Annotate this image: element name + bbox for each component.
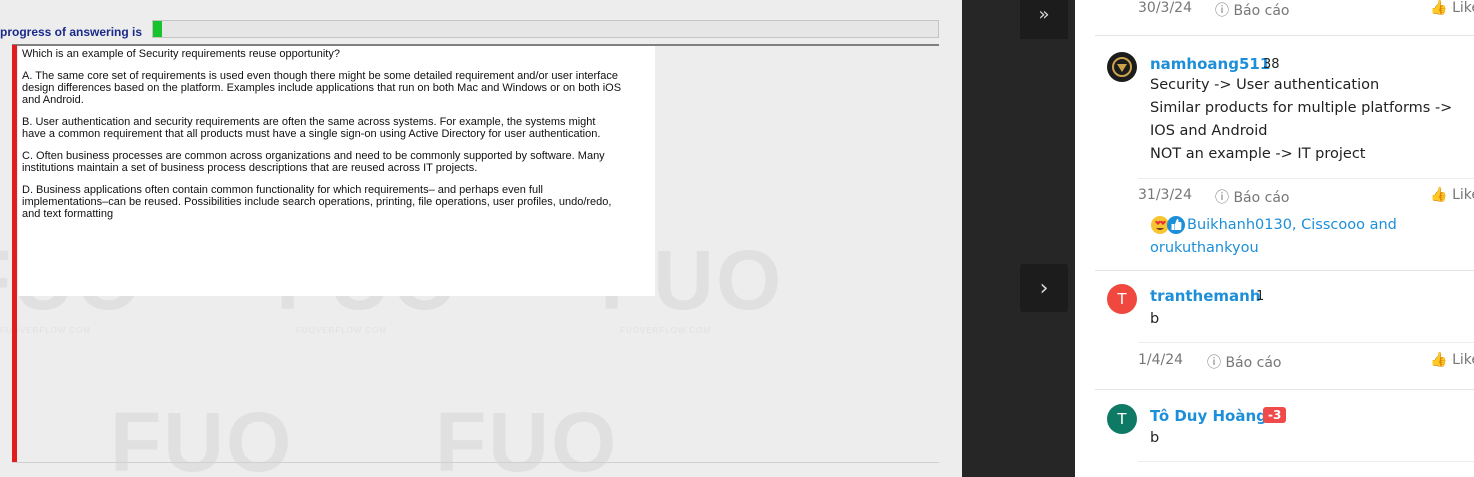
report-link[interactable]: ⓘ Báo cáo bbox=[1207, 352, 1282, 372]
watermark: FUO bbox=[110, 395, 294, 477]
comment-date: 30/3/24 bbox=[1138, 0, 1192, 16]
comment-username[interactable]: tranthemanh bbox=[1150, 287, 1261, 305]
avatar[interactable]: T bbox=[1107, 284, 1137, 314]
thumbs-up-icon: 👍 bbox=[1430, 352, 1448, 368]
thumbs-up-icon: 👍 bbox=[1430, 0, 1448, 16]
comment-text-line: b bbox=[1150, 430, 1160, 446]
comment-text-line: b bbox=[1150, 311, 1160, 327]
question-stem: Which is an example of Security requirem… bbox=[22, 48, 340, 60]
comment-text-line: NOT an example -> IT project bbox=[1150, 146, 1366, 162]
comment-text-line: Similar products for multiple platforms … bbox=[1150, 100, 1453, 116]
comment-separator bbox=[1095, 270, 1474, 271]
viewer-gutter: » › bbox=[962, 0, 1075, 477]
comment-separator bbox=[1095, 389, 1474, 390]
report-link[interactable]: ⓘ Báo cáo bbox=[1215, 187, 1290, 207]
comment-username[interactable]: Tô Duy Hoàng bbox=[1150, 407, 1267, 425]
comments-panel: 30/3/24 ⓘ Báo cáo 👍 Like namhoang511 38 … bbox=[1095, 0, 1474, 477]
comment-date: 1/4/24 bbox=[1138, 352, 1184, 368]
comment-inner-separator bbox=[1138, 461, 1474, 462]
like-button[interactable]: 👍 Like bbox=[1430, 0, 1474, 16]
avatar-logo-icon bbox=[1108, 53, 1136, 81]
avatar[interactable]: T bbox=[1107, 404, 1137, 434]
comment-footer: 1/4/24 ⓘ Báo cáo 👍 Like bbox=[1138, 352, 1474, 372]
thumbs-up-icon: 👍 bbox=[1430, 187, 1448, 203]
comment-separator bbox=[1095, 35, 1474, 36]
option-b: B. User authentication and security requ… bbox=[22, 116, 601, 140]
progress-bar-fill bbox=[153, 21, 163, 37]
watermark: FUO bbox=[435, 395, 619, 477]
question-content: Which is an example of Security requirem… bbox=[22, 48, 622, 230]
comment-date: 31/3/24 bbox=[1138, 187, 1192, 203]
user-points-badge: -3 bbox=[1263, 407, 1287, 423]
progress-bar bbox=[152, 20, 939, 38]
report-link[interactable]: ⓘ Báo cáo bbox=[1215, 0, 1290, 20]
user-points: 38 bbox=[1263, 57, 1280, 72]
avatar[interactable] bbox=[1107, 52, 1137, 82]
comment-text-line: Security -> User authentication bbox=[1150, 77, 1380, 93]
like-button[interactable]: 👍 Like bbox=[1430, 352, 1474, 368]
double-chevron-right-icon: » bbox=[1038, 4, 1050, 25]
user-points: 1 bbox=[1256, 289, 1265, 304]
expand-panel-button[interactable]: » bbox=[1020, 0, 1068, 39]
comment-inner-separator bbox=[1138, 178, 1474, 179]
question-accent-bar bbox=[12, 45, 17, 462]
progress-label: progress of answering is bbox=[0, 25, 143, 39]
comment-inner-separator bbox=[1138, 342, 1474, 343]
next-image-button[interactable]: › bbox=[1020, 264, 1068, 312]
option-d: D. Business applications often contain c… bbox=[22, 184, 612, 220]
option-a: A. The same core set of requirements is … bbox=[22, 70, 622, 106]
comment-footer: 31/3/24 ⓘ Báo cáo 👍 Like bbox=[1138, 187, 1474, 207]
comment-text-line: IOS and Android bbox=[1150, 123, 1268, 139]
chevron-right-icon: › bbox=[1039, 275, 1049, 301]
comment-footer: 30/3/24 ⓘ Báo cáo 👍 Like bbox=[1138, 0, 1474, 20]
like-button[interactable]: 👍 Like bbox=[1430, 187, 1474, 203]
exam-panel: FUOFUOVERFLOW.COM FUOFUOVERFLOW.COM FUOF… bbox=[0, 0, 962, 477]
reaction-names[interactable]: Buikhanh0130, Cisscooo and orukuthankyou bbox=[1150, 214, 1450, 260]
progress-row: progress of answering is bbox=[0, 18, 962, 40]
comment-username[interactable]: namhoang511 bbox=[1150, 55, 1270, 73]
question-frame-bottom bbox=[12, 462, 939, 463]
option-c: C. Often business processes are common a… bbox=[22, 150, 605, 174]
